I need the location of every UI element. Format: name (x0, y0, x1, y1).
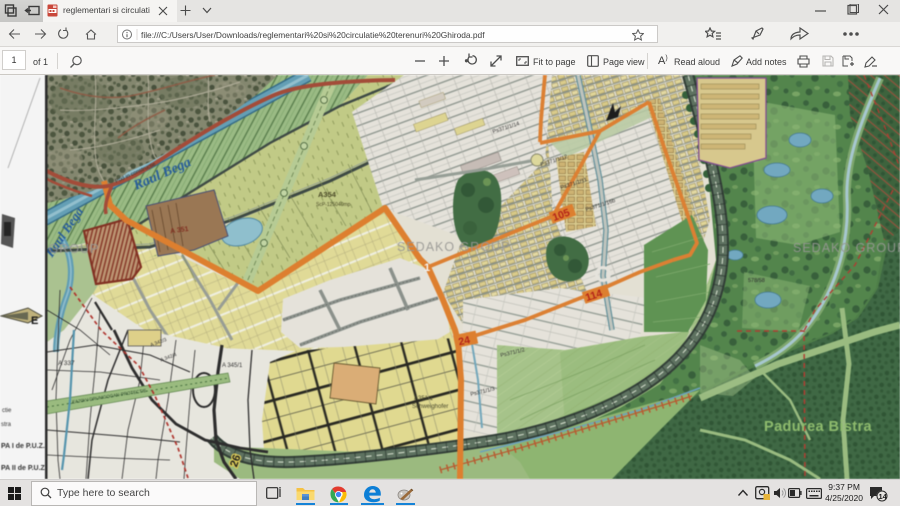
svg-text:ctie: ctie (2, 408, 12, 414)
svg-text:SEDAKO GROUP: SEDAKO GROUP (397, 240, 510, 254)
svg-text:14: 14 (879, 492, 888, 501)
svg-text:A 337: A 337 (58, 360, 75, 367)
svg-text:PA II de P.U.Z.: PA II de P.U.Z. (1, 465, 47, 472)
svg-text:A 345/1: A 345/1 (222, 363, 243, 369)
svg-text:PA I de P.U.Z.: PA I de P.U.Z. (1, 443, 45, 450)
svg-text:E: E (31, 315, 38, 327)
svg-text:A351/1: A351/1 (414, 396, 434, 402)
svg-text:Schweighofer: Schweighofer (412, 404, 448, 410)
svg-text:1: 1 (424, 262, 430, 274)
svg-text:578/58: 578/58 (748, 278, 765, 284)
svg-text:A354: A354 (318, 190, 337, 199)
svg-text:SEDAKO GROUP: SEDAKO GROUP (793, 241, 900, 255)
svg-text:Padurea Bistra: Padurea Bistra (764, 419, 872, 435)
svg-text:stra: stra (1, 422, 12, 428)
svg-text:ScP-125040mp: ScP-125040mp (316, 202, 351, 208)
